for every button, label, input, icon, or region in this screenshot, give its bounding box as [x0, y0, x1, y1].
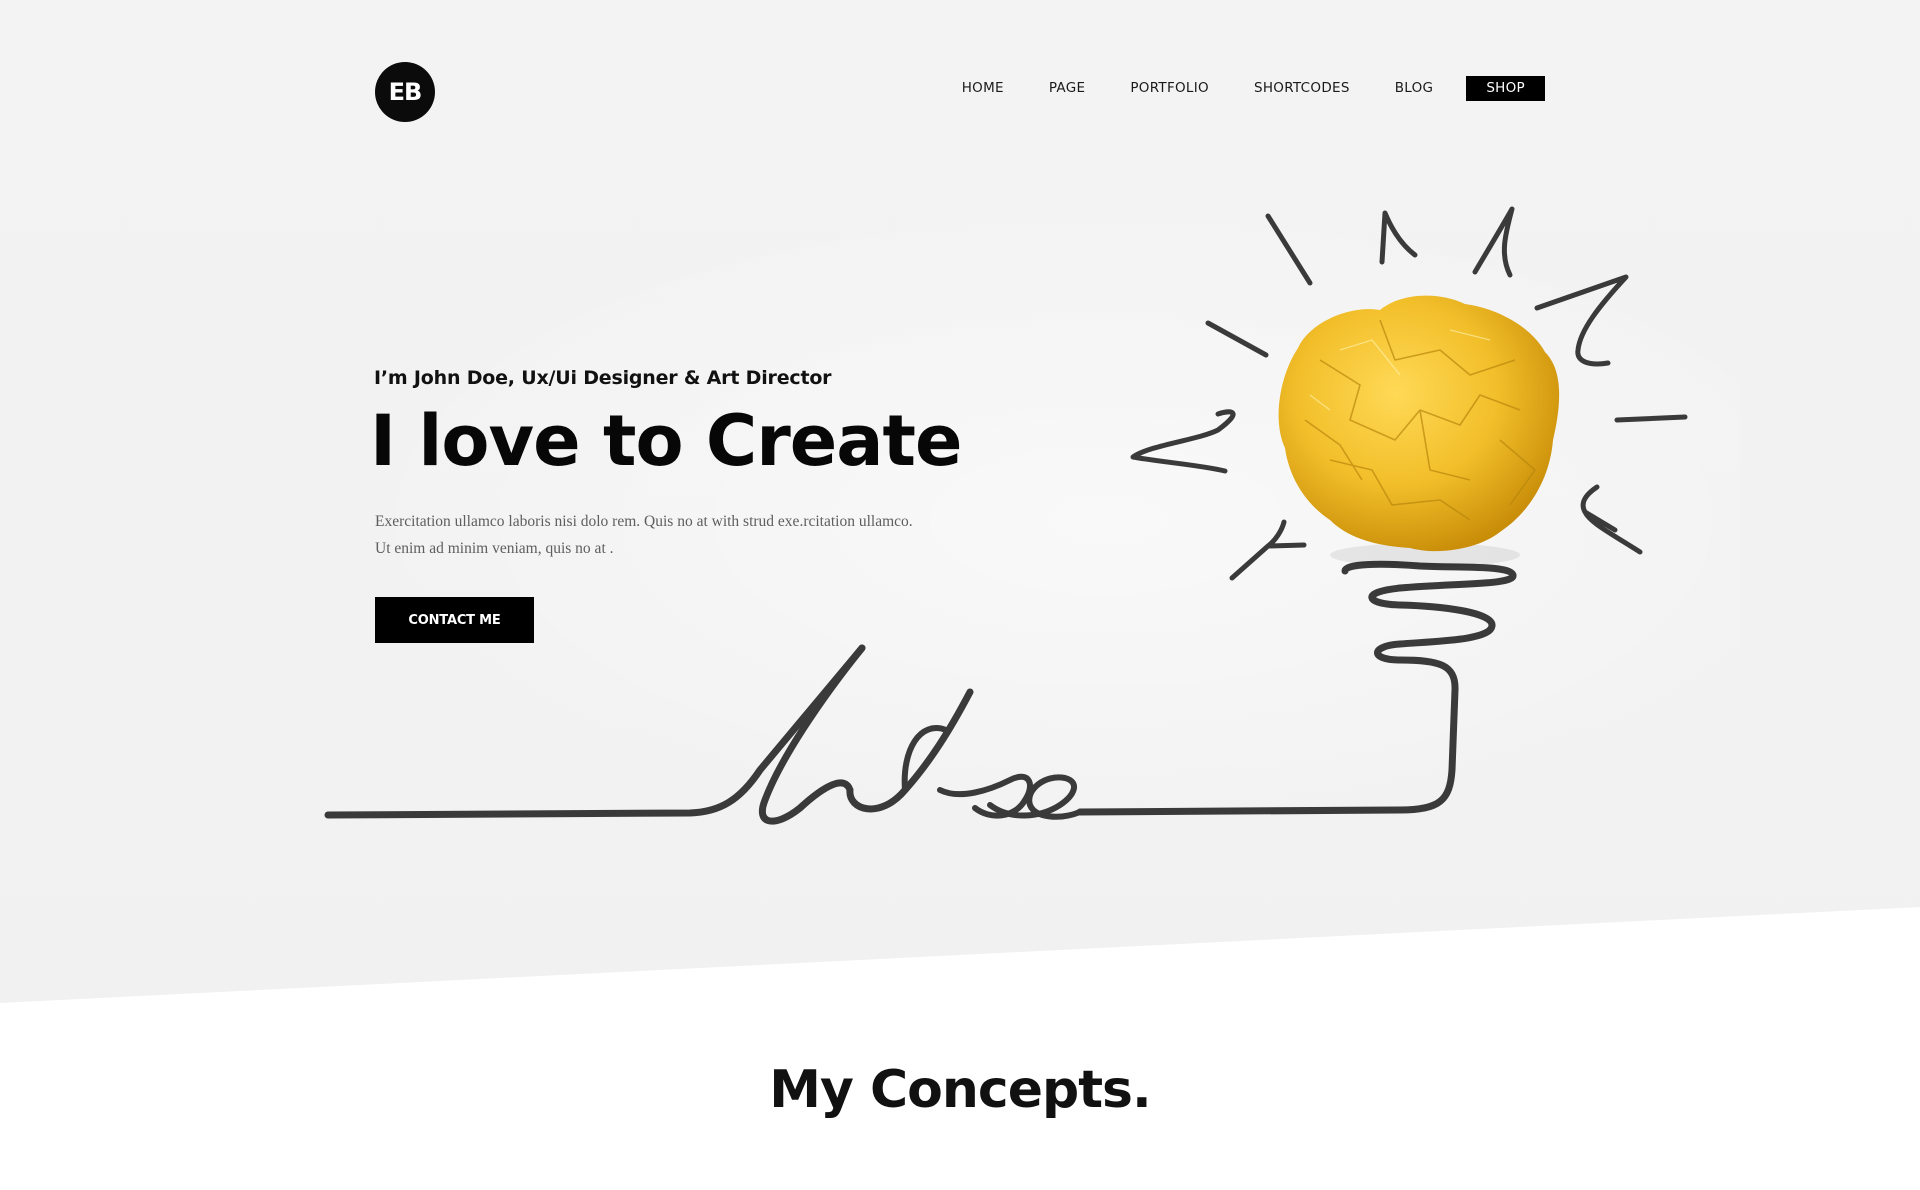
nav-shortcodes[interactable]: SHORTCODES: [1254, 76, 1350, 101]
main-nav: HOME PAGE PORTFOLIO SHORTCODES BLOG SHOP: [962, 76, 1545, 101]
contact-me-button[interactable]: CONTACT ME: [375, 597, 534, 643]
nav-portfolio[interactable]: PORTFOLIO: [1130, 76, 1209, 101]
hero-background: [0, 0, 1920, 1003]
logo[interactable]: EB: [375, 62, 435, 122]
nav-page[interactable]: PAGE: [1049, 76, 1085, 101]
concepts-title: My Concepts.: [769, 1060, 1152, 1120]
hero-subtitle: I’m John Doe, Ux/Ui Designer & Art Direc…: [374, 367, 832, 389]
nav-shop-button[interactable]: SHOP: [1466, 76, 1545, 101]
hero-headline: I love to Create: [370, 400, 962, 482]
nav-home[interactable]: HOME: [962, 76, 1004, 101]
nav-blog[interactable]: BLOG: [1395, 76, 1434, 101]
hero-description: Exercitation ullamco laboris nisi dolo r…: [375, 513, 913, 557]
logo-text: EB: [388, 78, 423, 106]
